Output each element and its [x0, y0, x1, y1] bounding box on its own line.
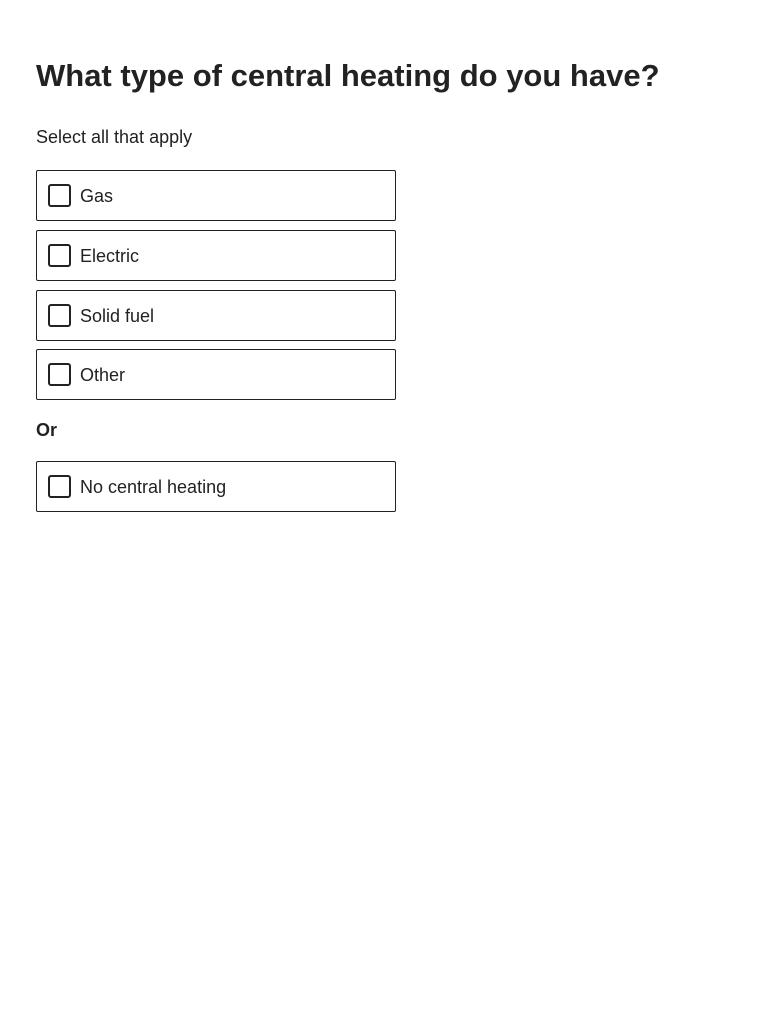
checkbox-option-gas[interactable]: Gas	[36, 170, 396, 221]
checkbox-gas[interactable]	[48, 184, 71, 207]
or-divider-label: Or	[36, 420, 58, 440]
checkbox-option-electric[interactable]: Electric	[36, 230, 396, 281]
checkbox-label-gas: Gas	[80, 186, 114, 206]
checkbox-no-central-heating[interactable]	[48, 475, 71, 498]
checkbox-other[interactable]	[48, 363, 71, 386]
checkbox-option-solid-fuel[interactable]: Solid fuel	[36, 290, 396, 341]
checkbox-solid-fuel[interactable]	[48, 304, 71, 327]
checkbox-label-other: Other	[80, 365, 126, 385]
question-hint: Select all that apply	[36, 127, 193, 147]
question-title: What type of central heating do you have…	[36, 58, 660, 93]
checkbox-option-other[interactable]: Other	[36, 349, 396, 400]
checkbox-electric[interactable]	[48, 244, 71, 267]
checkbox-option-no-central-heating[interactable]: No central heating	[36, 461, 396, 512]
checkbox-label-no-central-heating: No central heating	[80, 477, 227, 497]
checkbox-label-electric: Electric	[80, 246, 140, 266]
checkbox-label-solid-fuel: Solid fuel	[80, 306, 155, 326]
